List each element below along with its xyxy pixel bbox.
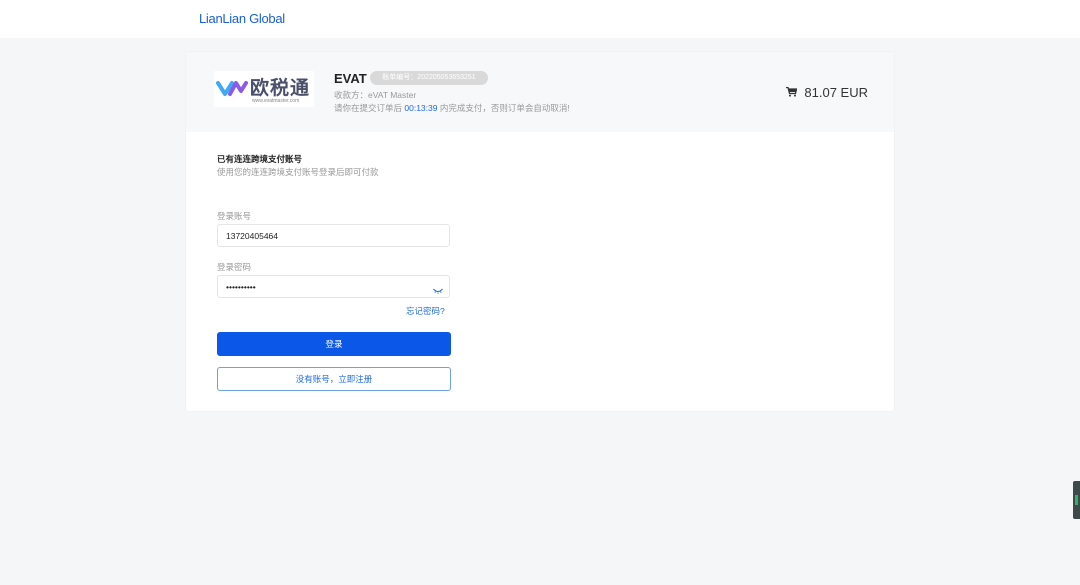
account-label: 登录账号 — [217, 211, 252, 221]
cart-icon — [786, 86, 800, 100]
payee-line: 收款方：eVAT Master — [334, 89, 416, 101]
login-button[interactable]: 登录 — [217, 332, 451, 356]
payee-label: 收款方： — [334, 90, 369, 100]
countdown-timer: 00:13:39 — [404, 103, 438, 113]
login-section-title: 已有连连跨境支付账号 — [217, 154, 303, 164]
register-button[interactable]: 没有账号，立即注册 — [217, 367, 451, 391]
login-section-subtitle: 使用您的连连跨境支付账号登录后即可付款 — [217, 167, 379, 177]
payment-card: 欧税通 www.evatmaster.com EVAT 账单编号：2022050… — [186, 52, 894, 411]
payment-deadline: 请你在提交订单后 00:13:39 内完成支付，否则订单会自动取消! — [334, 102, 570, 114]
password-field[interactable] — [217, 275, 450, 298]
account-input[interactable] — [226, 225, 426, 246]
merchant-logo: 欧税通 www.evatmaster.com — [214, 71, 314, 107]
password-label: 登录密码 — [217, 262, 252, 272]
logo-url: www.evatmaster.com — [252, 98, 300, 104]
forgot-password-link[interactable]: 忘记密码? — [406, 305, 445, 317]
eye-closed-icon[interactable] — [433, 282, 443, 294]
account-field[interactable] — [217, 224, 450, 247]
order-total: 81.07 EUR — [786, 85, 868, 100]
logo-text: 欧税通 — [250, 77, 311, 99]
deadline-prefix: 请你在提交订单后 — [334, 103, 403, 113]
top-bar: LianLian Global — [0, 0, 1080, 38]
bill-number-badge: 账单编号：202205053653251 — [370, 71, 488, 85]
lianlian-brand-logo[interactable]: LianLian Global — [199, 11, 285, 26]
order-summary-header: 欧税通 www.evatmaster.com EVAT 账单编号：2022050… — [186, 52, 894, 132]
deadline-suffix: 内完成支付，否则订单会自动取消! — [439, 103, 570, 113]
payee-name: eVAT Master — [368, 90, 417, 100]
side-floating-handle[interactable] — [1073, 481, 1080, 519]
total-amount: 81.07 EUR — [804, 85, 868, 100]
password-input[interactable] — [226, 276, 426, 297]
merchant-name: EVAT — [334, 71, 367, 86]
bill-label: 账单编号： — [382, 74, 418, 81]
bill-number: 202205053653251 — [417, 74, 476, 81]
vm-logo-icon — [216, 81, 248, 96]
